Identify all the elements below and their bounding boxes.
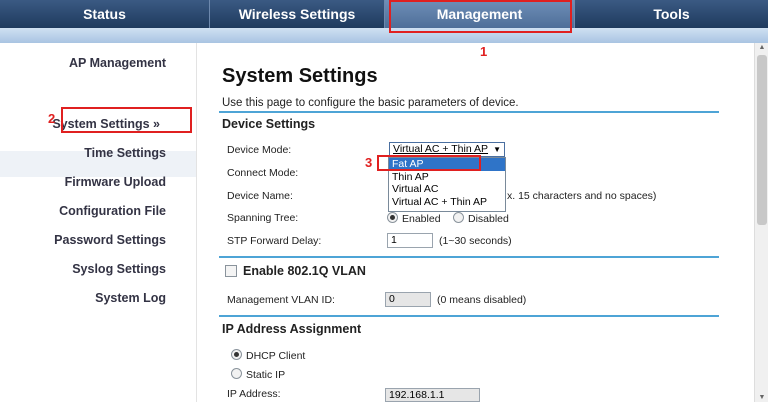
spanning-tree-disabled[interactable]: Disabled — [453, 212, 509, 225]
disabled-label: Disabled — [468, 213, 509, 225]
sidebar-item-ap-management[interactable]: AP Management — [69, 56, 166, 70]
sidebar-item-firmware-upload[interactable]: Firmware Upload — [65, 175, 166, 189]
dhcp-client-option[interactable]: DHCP Client — [231, 349, 305, 362]
radio-static-icon[interactable] — [231, 368, 242, 379]
section-device-settings: Device Settings — [222, 117, 316, 131]
stp-forward-delay-hint: (1~30 seconds) — [439, 235, 512, 247]
highlight-box-management — [389, 0, 572, 33]
tab-status[interactable]: Status — [0, 0, 210, 28]
option-thin-ap[interactable]: Thin AP — [389, 171, 505, 184]
divider — [219, 256, 719, 258]
sidebar-item-configuration-file[interactable]: Configuration File — [59, 204, 166, 218]
vlan-checkbox[interactable] — [225, 265, 237, 277]
dhcp-label: DHCP Client — [246, 350, 306, 362]
stp-forward-delay-input[interactable]: 1 — [387, 233, 433, 248]
sub-bar — [0, 28, 768, 43]
spanning-tree-enabled[interactable]: Enabled — [387, 212, 441, 225]
radio-enabled-icon[interactable] — [387, 212, 398, 223]
sidebar-item-time-settings[interactable]: Time Settings — [84, 146, 166, 160]
ip-address-input[interactable]: 192.168.1.1 — [385, 388, 480, 402]
spanning-tree-label: Spanning Tree: — [227, 212, 299, 224]
marker-3: 3 — [365, 155, 373, 170]
mgmt-vlan-label: Management VLAN ID: — [227, 294, 335, 306]
sidebar: AP Management System Settings » Time Set… — [0, 43, 197, 402]
page-description: Use this page to configure the basic par… — [222, 97, 519, 109]
section-vlan: Enable 802.1Q VLAN — [243, 264, 366, 278]
static-label: Static IP — [246, 369, 286, 381]
highlight-box-fat-ap — [377, 155, 481, 171]
device-mode-label: Device Mode: — [227, 144, 292, 156]
top-nav: Status Wireless Settings Management Tool… — [0, 0, 768, 28]
sidebar-item-syslog-settings[interactable]: Syslog Settings — [72, 262, 166, 276]
mgmt-vlan-input[interactable]: 0 — [385, 292, 431, 307]
option-virtual-ac-thin-ap[interactable]: Virtual AC + Thin AP — [389, 196, 505, 209]
enabled-label: Enabled — [402, 213, 441, 225]
scroll-down-icon[interactable]: ▼ — [755, 394, 768, 401]
mgmt-vlan-hint: (0 means disabled) — [437, 294, 527, 306]
static-ip-option[interactable]: Static IP — [231, 368, 285, 381]
device-mode-value: Virtual AC + Thin AP — [393, 143, 489, 155]
section-ip-assignment: IP Address Assignment — [222, 322, 362, 336]
stp-forward-delay-label: STP Forward Delay: — [227, 235, 322, 247]
radio-disabled-icon[interactable] — [453, 212, 464, 223]
sidebar-item-password-settings[interactable]: Password Settings — [54, 233, 166, 247]
marker-2: 2 — [48, 111, 56, 126]
tab-tools[interactable]: Tools — [575, 0, 768, 28]
main-content: System Settings Use this page to configu… — [205, 43, 753, 402]
device-name-label: Device Name: — [227, 190, 293, 202]
highlight-box-system-settings — [61, 107, 192, 133]
radio-dhcp-icon[interactable] — [231, 349, 242, 360]
option-virtual-ac[interactable]: Virtual AC — [389, 183, 505, 196]
ip-address-label: IP Address: — [227, 388, 281, 400]
scrollbar[interactable]: ▲ ▼ — [754, 43, 768, 402]
divider — [219, 315, 719, 317]
connect-mode-label: Connect Mode: — [227, 167, 299, 179]
page-title: System Settings — [222, 65, 378, 87]
dropdown-arrow-icon: ▼ — [493, 145, 501, 154]
tab-wireless-settings[interactable]: Wireless Settings — [210, 0, 385, 28]
sidebar-item-system-log[interactable]: System Log — [95, 291, 166, 305]
device-name-hint: x. 15 characters and no spaces) — [507, 190, 657, 202]
scroll-thumb[interactable] — [757, 55, 767, 225]
divider — [219, 111, 719, 113]
scroll-up-icon[interactable]: ▲ — [755, 44, 768, 51]
